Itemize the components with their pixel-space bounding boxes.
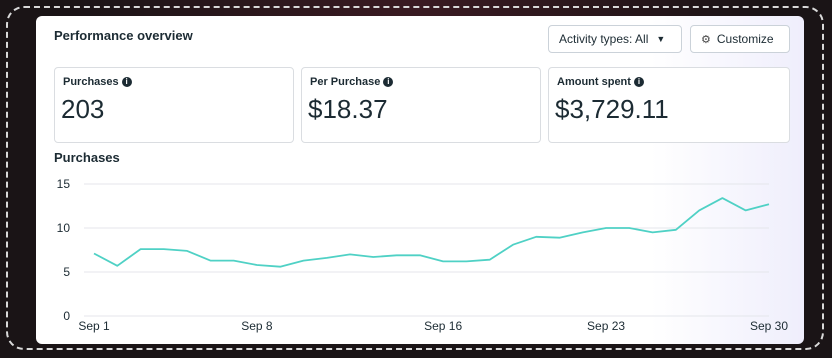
data-point[interactable]: [742, 206, 750, 214]
info-icon[interactable]: i: [383, 77, 394, 88]
data-point[interactable]: [206, 257, 214, 265]
data-point[interactable]: [509, 241, 517, 249]
data-point[interactable]: [625, 224, 633, 232]
data-point[interactable]: [137, 245, 145, 253]
x-tick-label: Sep 30: [750, 319, 788, 333]
metric-value: 203: [61, 94, 105, 124]
metric-value: $18.37: [308, 94, 388, 124]
info-icon[interactable]: i: [121, 77, 132, 88]
caret-down-icon: ▼: [656, 34, 666, 44]
metric-value: $3,729.11: [555, 94, 669, 124]
page-title: Performance overview: [54, 28, 193, 43]
y-tick-label: 5: [63, 265, 70, 279]
data-point[interactable]: [346, 250, 354, 258]
data-point[interactable]: [253, 261, 261, 269]
data-point[interactable]: [765, 200, 773, 208]
data-point[interactable]: [695, 206, 703, 214]
data-point[interactable]: [276, 263, 284, 271]
activity-types-label: Activity types: All: [559, 32, 649, 46]
data-point[interactable]: [439, 257, 447, 265]
data-point[interactable]: [579, 228, 587, 236]
purchases-line-chart: 0 5 10 15 Sep 1 Sep 8 Sep 16 Sep 23 Sep 30: [57, 177, 789, 333]
data-point[interactable]: [672, 226, 680, 234]
x-tick-label: Sep 16: [424, 319, 462, 333]
data-point[interactable]: [718, 194, 726, 202]
metric-card-purchases: Purchases i 203: [54, 67, 294, 143]
data-point[interactable]: [323, 254, 331, 262]
metric-label: Per Purchase: [310, 76, 381, 88]
data-point[interactable]: [160, 245, 168, 253]
settings-sliders-icon: ⚙: [701, 33, 711, 46]
performance-overview-card: Performance overview Activity types: All…: [36, 16, 804, 344]
data-point[interactable]: [602, 224, 610, 232]
chart-title: Purchases: [54, 150, 120, 165]
data-point[interactable]: [556, 234, 564, 242]
data-point[interactable]: [113, 262, 121, 270]
data-point[interactable]: [532, 233, 540, 241]
data-point[interactable]: [393, 251, 401, 259]
metric-label: Purchases: [63, 76, 119, 88]
data-point[interactable]: [462, 257, 470, 265]
data-point[interactable]: [230, 257, 238, 265]
data-point[interactable]: [369, 253, 377, 261]
y-tick-label: 0: [63, 309, 70, 323]
metric-label: Amount spent: [557, 76, 631, 88]
data-point[interactable]: [416, 251, 424, 259]
x-tick-label: Sep 23: [587, 319, 625, 333]
x-tick-label: Sep 8: [241, 319, 273, 333]
metric-card-per-purchase: Per Purchase i $18.37: [301, 67, 541, 143]
purchases-series-line: [93, 197, 770, 268]
data-point[interactable]: [90, 250, 98, 258]
metric-card-amount-spent: Amount spent i $3,729.11: [548, 67, 790, 143]
data-point[interactable]: [299, 257, 307, 265]
data-point[interactable]: [486, 256, 494, 264]
customize-button[interactable]: ⚙ Customize: [690, 25, 790, 53]
y-tick-label: 15: [57, 177, 71, 191]
data-point[interactable]: [183, 247, 191, 255]
data-point[interactable]: [649, 228, 657, 236]
y-tick-label: 10: [57, 221, 71, 235]
info-icon[interactable]: i: [633, 77, 644, 88]
customize-label: Customize: [716, 32, 774, 46]
x-tick-label: Sep 1: [78, 319, 110, 333]
activity-types-dropdown[interactable]: Activity types: All ▼: [548, 25, 682, 53]
